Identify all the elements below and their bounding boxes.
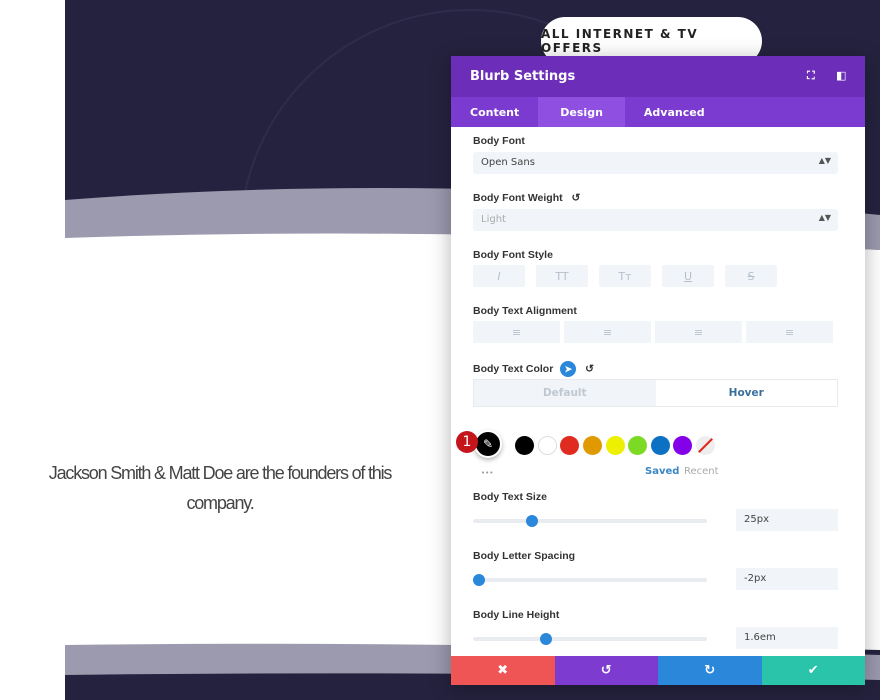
blurb-text: Jackson Smith & Matt Doe are the founder… [48, 463, 393, 513]
body-text-alignment-label: Body Text Alignment [473, 305, 577, 317]
slider-thumb[interactable] [473, 574, 485, 586]
recent-tab[interactable]: Recent [684, 466, 719, 477]
italic-button[interactable]: I [473, 265, 525, 287]
reset-icon[interactable]: ↺ [585, 363, 594, 375]
slider-thumb[interactable] [539, 633, 552, 645]
more-colors-button[interactable]: ••• [481, 469, 493, 477]
panel-title: Blurb Settings [470, 69, 576, 84]
undo-button[interactable]: ↺ [554, 656, 658, 685]
body-font-weight-label: Body Font Weight ↺ [473, 192, 581, 204]
uppercase-button[interactable]: TT [536, 265, 588, 287]
slider-thumb[interactable] [525, 515, 538, 527]
swatch-white[interactable] [538, 436, 557, 455]
fullscreen-icon[interactable]: ⛶ [807, 69, 815, 83]
tab-advanced[interactable]: Advanced [625, 97, 724, 127]
body-font-select[interactable]: Open Sans ▲▼ [473, 152, 838, 174]
swatch-black[interactable] [515, 436, 534, 455]
step-badge: 1 [456, 431, 478, 453]
eyedropper-button[interactable]: ✎ [474, 430, 502, 458]
sidebar-toggle-icon[interactable]: ◧ [836, 69, 846, 82]
swatch-transparent[interactable] [696, 436, 715, 455]
swatch-orange[interactable] [583, 436, 602, 455]
body-line-height-label: Body Line Height [473, 609, 560, 621]
redo-button[interactable]: ↻ [658, 656, 762, 685]
body-font-label: Body Font [473, 135, 525, 147]
tab-content[interactable]: Content [451, 97, 538, 127]
body-line-height-slider[interactable] [473, 633, 707, 645]
align-justify-button[interactable]: ≡ [746, 321, 833, 343]
cancel-button[interactable]: ✖ [451, 656, 555, 685]
swatch-yellow[interactable] [606, 436, 625, 455]
swatch-green[interactable] [628, 436, 647, 455]
saved-tab[interactable]: Saved [645, 466, 679, 477]
default-tab[interactable]: Default [474, 380, 656, 406]
save-button[interactable]: ✔ [761, 656, 865, 685]
hover-cursor-icon[interactable]: ➤ [560, 361, 577, 377]
select-arrows-icon: ▲▼ [818, 156, 831, 165]
swatch-purple[interactable] [673, 436, 692, 455]
swatch-blue[interactable] [651, 436, 670, 455]
body-text-size-slider[interactable] [473, 515, 707, 527]
body-text-size-input[interactable]: 25px [736, 509, 838, 531]
default-hover-toggle: Default Hover [473, 379, 838, 407]
body-letter-spacing-input[interactable]: -2px [736, 568, 838, 590]
select-arrows-icon: ▲▼ [818, 213, 831, 222]
tab-design[interactable]: Design [538, 97, 625, 127]
panel-header: Blurb Settings ⛶ ◧ [451, 56, 865, 97]
strikethrough-button[interactable]: S [725, 265, 777, 287]
align-center-button[interactable]: ≡ [564, 321, 651, 343]
swatch-red[interactable] [560, 436, 579, 455]
body-letter-spacing-label: Body Letter Spacing [473, 550, 576, 562]
blurb-settings-panel: Blurb Settings ⛶ ◧ Content Design Advanc… [451, 56, 865, 685]
align-right-button[interactable]: ≡ [655, 321, 742, 343]
body-font-weight-select[interactable]: Light ▲▼ [473, 209, 838, 231]
capitalize-button[interactable]: Tт [599, 265, 651, 287]
body-font-style-label: Body Font Style [473, 249, 553, 261]
hover-tab[interactable]: Hover [656, 380, 838, 406]
body-letter-spacing-slider[interactable] [473, 574, 707, 586]
reset-icon[interactable]: ↺ [572, 192, 581, 204]
underline-button[interactable]: U [662, 265, 714, 287]
body-text-color-label: Body Text Color ➤ ↺ [473, 361, 594, 377]
align-left-button[interactable]: ≡ [473, 321, 560, 343]
body-text-size-label: Body Text Size [473, 491, 547, 503]
body-font-value: Open Sans [481, 157, 535, 168]
body-font-weight-value: Light [481, 214, 506, 225]
body-line-height-input[interactable]: 1.6em [736, 627, 838, 649]
